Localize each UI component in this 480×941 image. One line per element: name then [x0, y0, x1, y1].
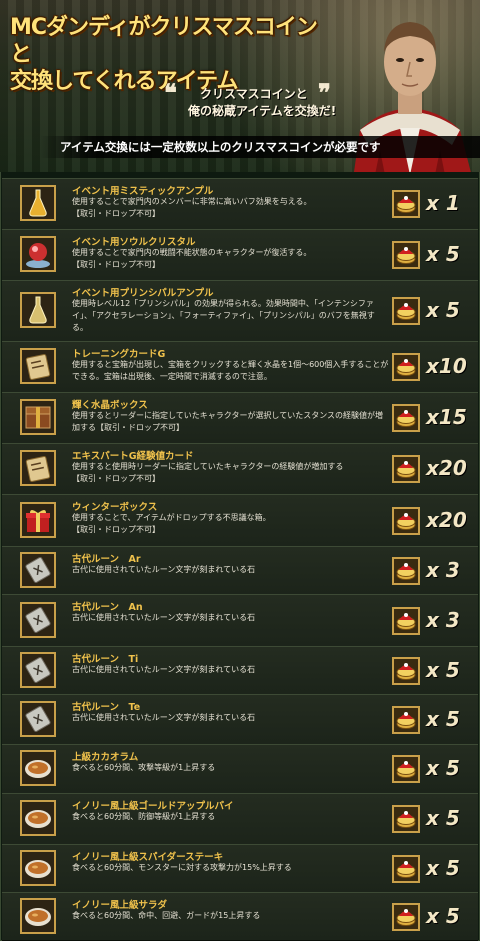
- title-line-1: MCダンディがクリスマスコインと: [10, 15, 318, 67]
- list-item: イベント用プリンシパルアンプル 使用時レベル12「プリンシパル」の効果が得られる。…: [2, 280, 478, 342]
- item-name: イノリー風上級ゴールドアップルパイ: [72, 801, 234, 812]
- item-description: 食べると60分間、防御等級が1上昇する: [72, 812, 216, 821]
- soup-icon: [20, 897, 56, 934]
- christmas-coin-icon: [392, 297, 420, 325]
- coin-quantity: x 3: [426, 607, 460, 632]
- card-icon: [20, 450, 56, 486]
- coin-quantity: x 5: [426, 242, 460, 266]
- christmas-coin-icon: [392, 241, 420, 269]
- item-description: 古代に使用されていたルーン文字が刻まれている石: [72, 565, 256, 574]
- coin-quantity: x10: [426, 354, 467, 378]
- item-name: イベント用プリンシパルアンプル: [72, 288, 214, 299]
- item-description: 食べると60分間、攻撃等級が1上昇する: [72, 763, 216, 772]
- christmas-coin-icon: [392, 606, 420, 635]
- christmas-coin-icon: [392, 506, 420, 535]
- soup-icon: [20, 800, 56, 836]
- list-item: イノリー風上級スパイダーステーキ 食べると60分間、モンスターに対する攻撃力が15…: [2, 844, 478, 893]
- christmas-coin-icon: [392, 455, 420, 483]
- christmas-coin-icon: [392, 404, 420, 432]
- item-name: イベント用ミスティックアンプル: [72, 186, 214, 197]
- header-banner: MCダンディがクリスマスコインと 交換してくれるアイテム ❝ ❞ クリスマスコイ…: [0, 0, 480, 172]
- rune-icon: [20, 551, 56, 588]
- list-item: エキスパートG経験値カード 使用すると使用時リーダーに指定していたキャラクターの経…: [2, 443, 478, 495]
- coin-quantity: x 5: [426, 806, 460, 830]
- notice-text: アイテム交換には一定枚数以上のクリスマスコインが必要です: [60, 140, 381, 154]
- item-description: 古代に使用されていたルーン文字が刻まれている石: [72, 713, 256, 722]
- item-description: 使用することで家門内の戦闘不能状態のキャラクターが復活する。 【取引・ドロップ不…: [72, 248, 312, 269]
- item-name: エキスパートG経験値カード: [72, 451, 194, 462]
- box-icon: [20, 399, 56, 435]
- ampule-icon: [20, 292, 56, 328]
- christmas-coin-icon: [392, 556, 420, 585]
- list-item: 上級カカオラム 食べると60分間、攻撃等級が1上昇する x 5: [2, 744, 478, 794]
- item-name: ウィンターボックス: [72, 502, 158, 513]
- item-description: 使用すると宝箱が出現し、宝箱をクリックすると輝く水晶を1個～600個入手すること…: [72, 360, 389, 381]
- item-name: 古代ルーン Ti: [72, 654, 139, 665]
- item-description: 使用時レベル12「プリンシパル」の効果が得られる。効果時間中、「インテンシファイ…: [72, 299, 375, 332]
- coin-quantity: x 5: [426, 706, 460, 731]
- coin-quantity: x15: [426, 405, 467, 429]
- crystal-icon: [20, 236, 56, 272]
- list-item: イノリー風上級ゴールドアップルパイ 食べると60分間、防御等級が1上昇する x 5: [2, 793, 478, 845]
- item-name: 古代ルーン Ar: [72, 554, 141, 565]
- item-name: 上級カカオラム: [72, 752, 139, 763]
- coin-quantity: x 3: [426, 557, 460, 582]
- item-description: 使用すると使用時リーダーに指定していたキャラクターの経験値が増加する 【取引・ド…: [72, 462, 344, 483]
- item-description: 食べると60分間、モンスターに対する攻撃力が15%上昇する: [72, 863, 292, 872]
- list-item: 古代ルーン Ti 古代に使用されていたルーン文字が刻まれている石 x 5: [2, 646, 478, 695]
- item-description: 古代に使用されていたルーン文字が刻まれている石: [72, 613, 256, 622]
- card-icon: [20, 348, 56, 384]
- list-item: イノリー風上級サラダ 食べると60分間、命中、回避、ガードが15上昇する x 5: [2, 892, 478, 941]
- item-name: 古代ルーン Te: [72, 702, 141, 713]
- soup-icon: [20, 849, 56, 886]
- christmas-coin-icon: [392, 656, 420, 685]
- item-description: 食べると60分間、命中、回避、ガードが15上昇する: [72, 911, 261, 920]
- christmas-coin-icon: [392, 902, 420, 931]
- rune-icon: [20, 601, 56, 638]
- list-item: 輝く水晶ボックス 使用するとリーダーに指定していたキャラクターが選択していたスタン…: [2, 392, 478, 444]
- list-item: トレーニングカードG 使用すると宝箱が出現し、宝箱をクリックすると輝く水晶を1個～…: [2, 341, 478, 393]
- ampule-icon: [20, 185, 56, 221]
- christmas-coin-icon: [392, 805, 420, 833]
- item-name: イノリー風上級サラダ: [72, 900, 168, 911]
- item-name: イベント用ソウルクリスタル: [72, 237, 196, 248]
- christmas-coin-icon: [392, 755, 420, 783]
- item-name: イノリー風上級スパイダーステーキ: [72, 852, 224, 863]
- item-description: 使用することで家門内のメンバーに非常に高いバフ効果を与える。 【取引・ドロップ不…: [72, 197, 312, 218]
- soup-icon: [20, 750, 56, 786]
- item-name: 古代ルーン An: [72, 602, 143, 613]
- list-item: ウィンターボックス 使用することで、アイテムがドロップする不思議な箱。 【取引・ド…: [2, 494, 478, 547]
- christmas-coin-icon: [392, 705, 420, 734]
- item-name: 輝く水晶ボックス: [72, 400, 148, 411]
- item-description: 使用するとリーダーに指定していたキャラクターが選択していたスタンスの経験値が増加…: [72, 411, 384, 432]
- open-quote-icon: ❝: [164, 78, 177, 107]
- list-item: イベント用ソウルクリスタル 使用することで家門内の戦闘不能状態のキャラクターが復活…: [2, 229, 478, 281]
- gift-icon: [20, 501, 56, 538]
- list-item: イベント用ミスティックアンプル 使用することで家門内のメンバーに非常に高いバフ効果…: [2, 178, 478, 230]
- list-item: 古代ルーン Ar 古代に使用されていたルーン文字が刻まれている石 x 3: [2, 546, 478, 595]
- coin-quantity: x 5: [426, 903, 460, 928]
- item-description: 古代に使用されていたルーン文字が刻まれている石: [72, 665, 256, 674]
- list-item: 古代ルーン An 古代に使用されていたルーン文字が刻まれている石 x 3: [2, 594, 478, 647]
- christmas-coin-icon: [392, 353, 420, 381]
- coin-quantity: x 5: [426, 657, 460, 682]
- rune-icon: [20, 651, 56, 688]
- coin-quantity: x 5: [426, 756, 460, 780]
- christmas-coin-icon: [392, 190, 420, 218]
- coin-quantity: x 1: [426, 191, 460, 215]
- item-description: 使用することで、アイテムがドロップする不思議な箱。 【取引・ドロップ不可】: [72, 513, 271, 534]
- christmas-coin-icon: [392, 854, 420, 883]
- coin-quantity: x 5: [426, 298, 460, 322]
- list-item: 古代ルーン Te 古代に使用されていたルーン文字が刻まれている石 x 5: [2, 694, 478, 745]
- rune-icon: [20, 700, 56, 737]
- coin-quantity: x20: [426, 507, 467, 532]
- coin-quantity: x 5: [426, 855, 460, 880]
- item-name: トレーニングカードG: [72, 349, 166, 360]
- coin-quantity: x20: [426, 456, 467, 480]
